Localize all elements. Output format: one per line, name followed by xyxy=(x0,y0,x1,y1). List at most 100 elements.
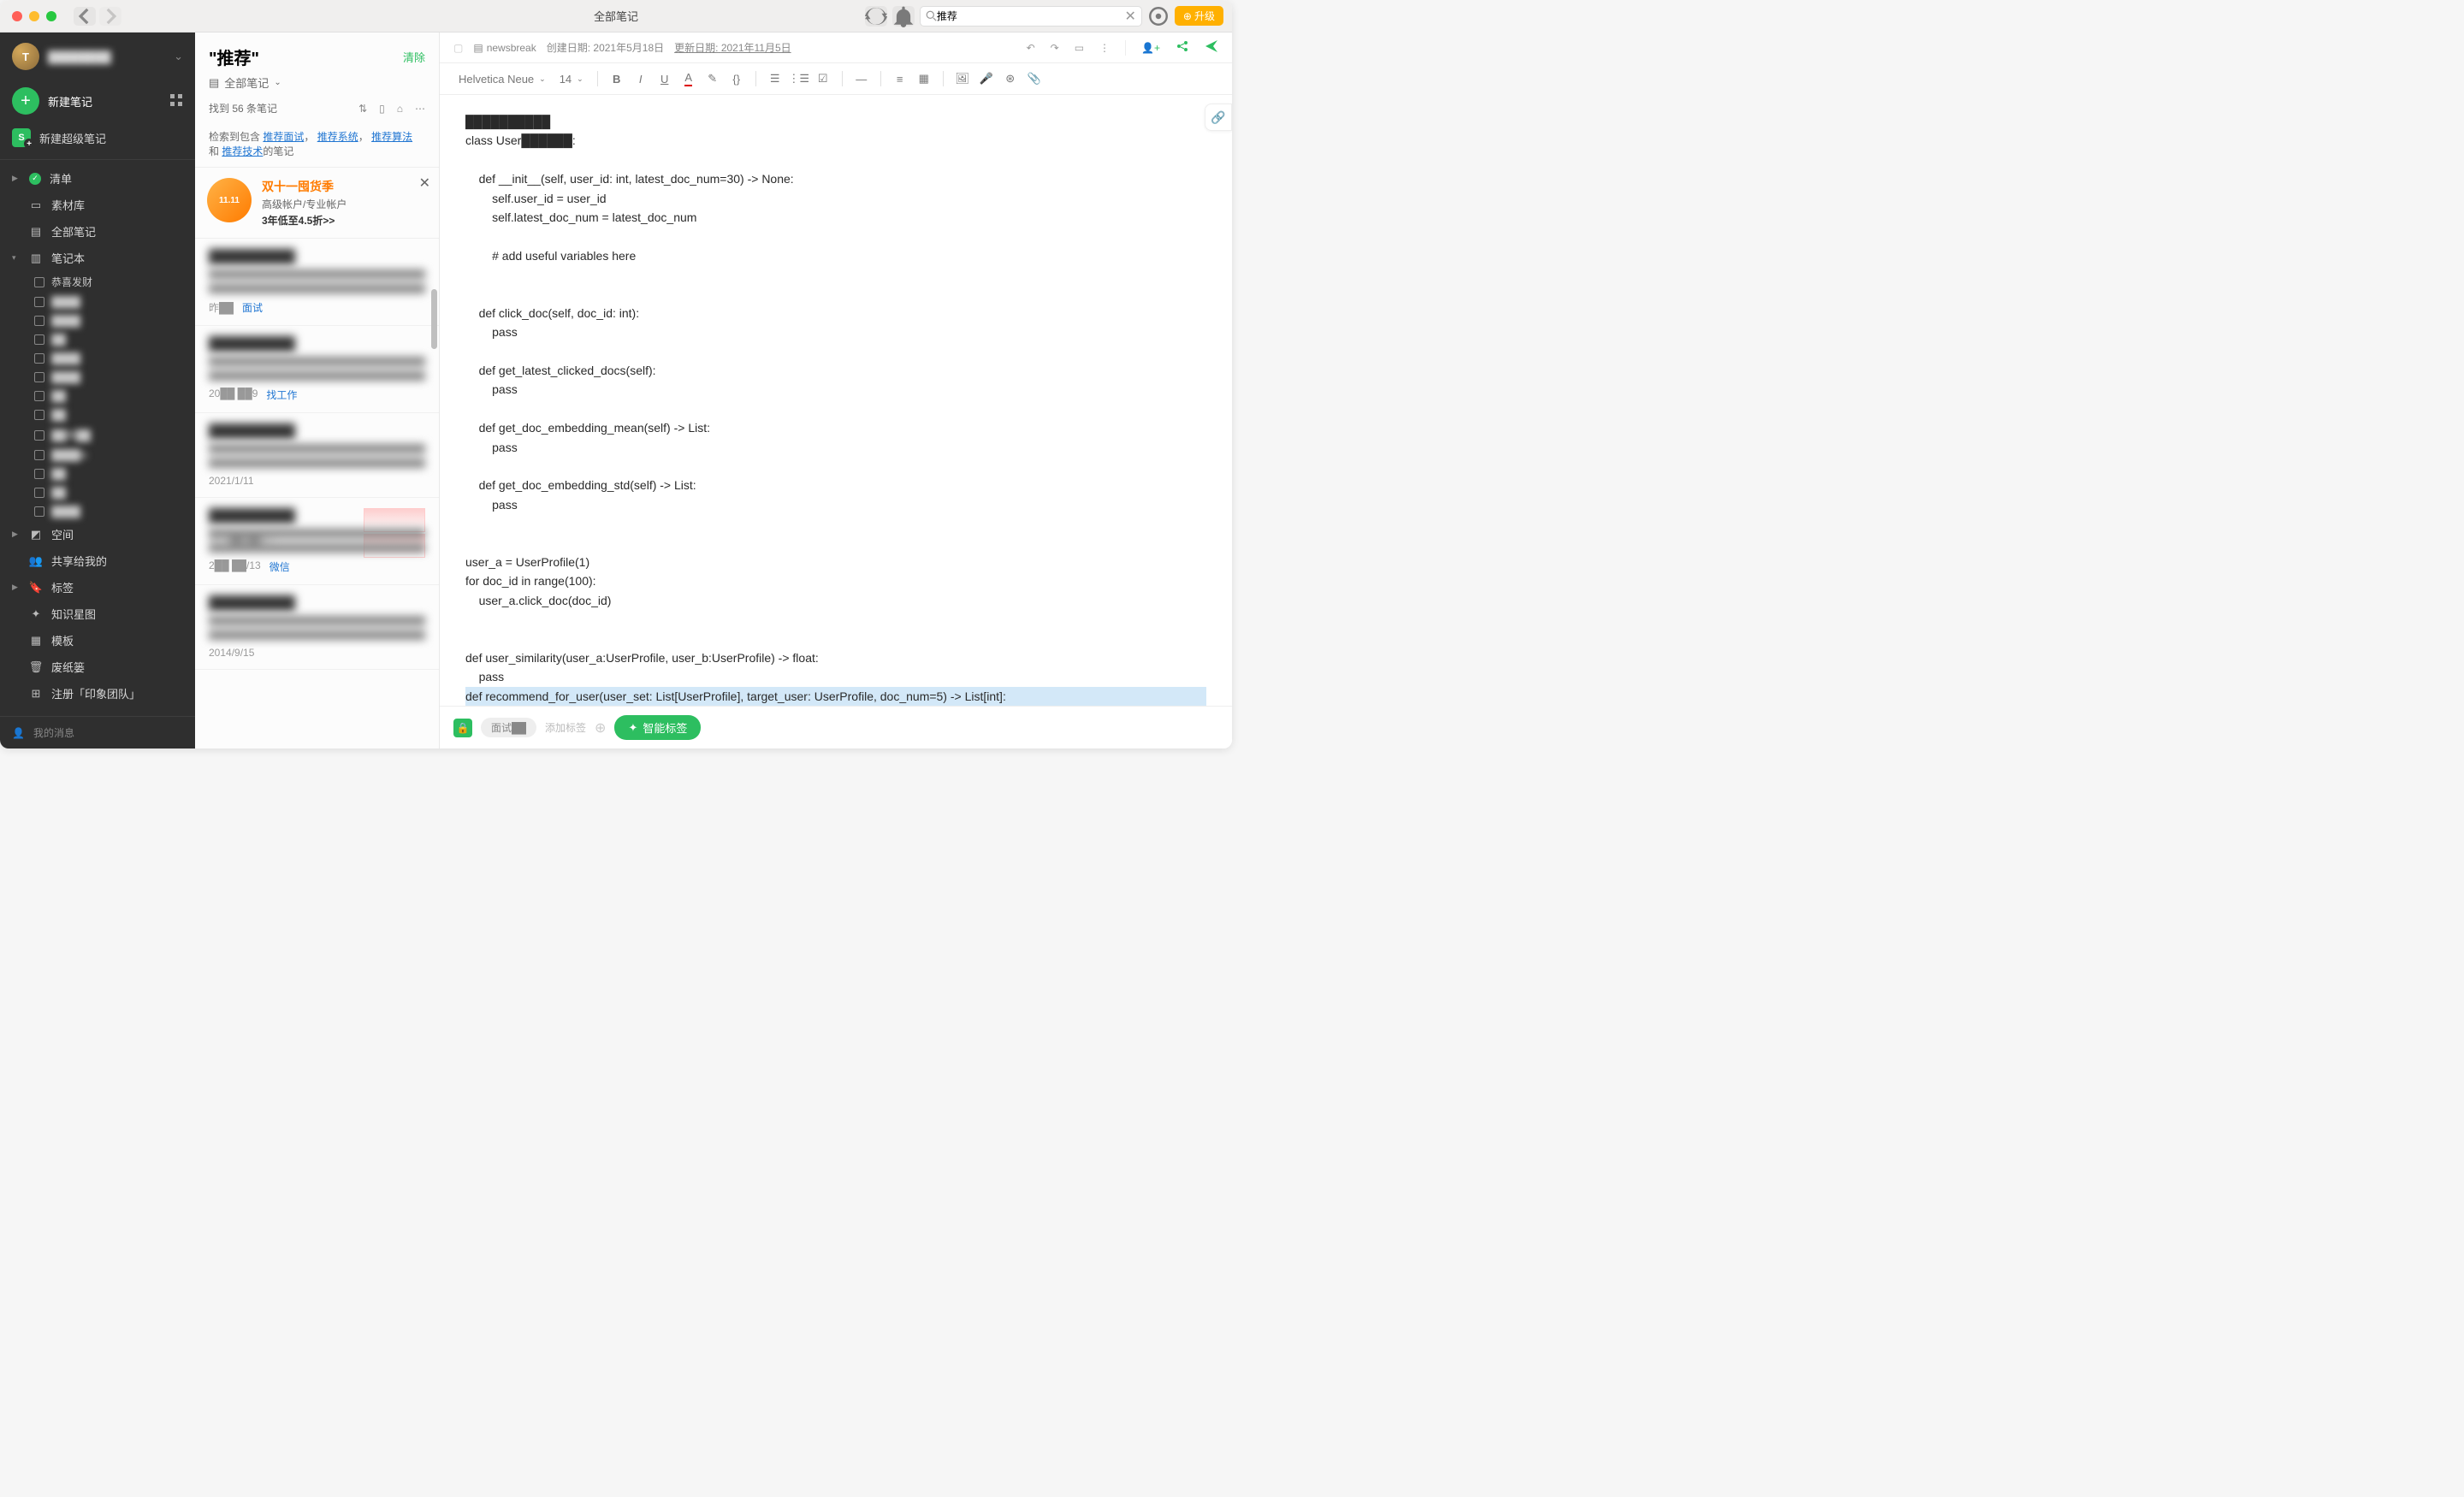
sync-icon[interactable] xyxy=(865,6,887,27)
note-list-item[interactable]: 2021/1/11 xyxy=(195,413,439,498)
sidebar-item-graph[interactable]: ✦知识星图 xyxy=(0,601,195,627)
table-icon[interactable]: ▦ xyxy=(914,68,934,89)
suggest-link[interactable]: 推荐技术 xyxy=(222,145,263,157)
number-list-icon[interactable]: ⋮☰ xyxy=(789,68,809,89)
more-icon[interactable]: ⋯ xyxy=(415,103,425,115)
notebook-item[interactable]: ████ xyxy=(0,368,195,387)
notebook-item[interactable]: ██微██ xyxy=(0,424,195,446)
add-person-icon[interactable]: 👤+ xyxy=(1141,42,1160,54)
user-menu[interactable]: T ████████ ⌄ xyxy=(0,33,195,80)
checklist-icon[interactable]: ☑ xyxy=(813,68,833,89)
notebook-item[interactable]: ██ xyxy=(0,330,195,349)
send-icon[interactable] xyxy=(1205,39,1218,56)
search-input[interactable] xyxy=(937,10,1125,22)
note-content[interactable]: 🔗 ██████████ class User██████: def __ini… xyxy=(440,95,1232,706)
scope-selector[interactable]: ▤全部笔记⌄ xyxy=(195,74,439,98)
notebook-item[interactable]: ████ xyxy=(0,311,195,330)
redo-icon[interactable]: ↷ xyxy=(1051,42,1059,54)
sidebar-item-tags[interactable]: ▶🔖标签 xyxy=(0,574,195,601)
template-icon: ▦ xyxy=(29,634,43,648)
sidebar-item-shared[interactable]: 👥共享给我的 xyxy=(0,547,195,574)
notebook-item[interactable]: ██ xyxy=(0,464,195,483)
notebook-item[interactable]: ████ik xyxy=(0,446,195,464)
filter-icon[interactable]: ⌂ xyxy=(397,103,403,115)
tag-link[interactable]: 面试 xyxy=(242,300,263,315)
notebook-item[interactable]: ████ xyxy=(0,502,195,521)
share-icon[interactable] xyxy=(1176,39,1189,56)
add-tag-input[interactable]: 添加标签 xyxy=(545,720,586,735)
more-icon[interactable]: ⋮ xyxy=(1099,42,1110,54)
sort-icon[interactable]: ⇅ xyxy=(358,103,367,115)
note-list-item[interactable]: 速读██ ██性..2██ ██/13微信 xyxy=(195,498,439,585)
notebook-link[interactable]: ▤newsbreak xyxy=(473,42,536,54)
font-select[interactable]: Helvetica Neue⌄ xyxy=(453,71,551,87)
attach-icon[interactable]: 📎 xyxy=(1024,68,1045,89)
sidebar-item-all-notes[interactable]: ▤全部笔记 xyxy=(0,218,195,245)
notebook-item[interactable]: ████ xyxy=(0,349,195,368)
notebook-icon xyxy=(34,391,44,401)
notebook-item[interactable]: ██ xyxy=(0,483,195,502)
zoom-window[interactable] xyxy=(46,11,56,21)
add-tag-plus-icon[interactable]: ⊕ xyxy=(595,719,606,737)
image-icon[interactable]: 🖼 xyxy=(952,68,973,89)
code-icon[interactable]: {} xyxy=(726,68,747,89)
minimize-window[interactable] xyxy=(29,11,39,21)
box-icon: ▭ xyxy=(29,198,43,212)
sidebar-messages[interactable]: 👤我的消息 xyxy=(0,716,195,748)
note-list-item[interactable]: 2014/9/15 xyxy=(195,585,439,670)
notebook-item[interactable]: ██ xyxy=(0,387,195,405)
notebook-item[interactable]: ████ xyxy=(0,293,195,311)
tag-link[interactable]: 找工作 xyxy=(266,388,297,402)
expand-icon[interactable]: ▢ xyxy=(453,42,463,54)
sidebar-item-trash[interactable]: 🗑废纸篓 xyxy=(0,654,195,680)
undo-icon[interactable]: ↶ xyxy=(1027,42,1035,54)
sidebar-item-space[interactable]: ▶◩空间 xyxy=(0,521,195,547)
new-note-button[interactable]: + 新建笔记 xyxy=(0,80,195,121)
suggest-link[interactable]: 推荐系统 xyxy=(317,131,358,143)
global-search[interactable]: ✕ xyxy=(920,6,1142,27)
bold-icon[interactable]: B xyxy=(607,68,627,89)
close-icon[interactable]: ✕ xyxy=(419,175,430,192)
target-icon[interactable] xyxy=(1147,6,1170,27)
highlight-icon[interactable]: ✎ xyxy=(702,68,723,89)
align-icon[interactable]: ≡ xyxy=(890,68,910,89)
text-color-icon[interactable]: A xyxy=(678,68,699,89)
notebook-item[interactable]: 恭喜发财 xyxy=(0,271,195,293)
sidebar-item-team[interactable]: ⊞注册「印象团队」 xyxy=(0,680,195,707)
upgrade-button[interactable]: ⊕升级 xyxy=(1175,6,1223,26)
suggest-link[interactable]: 推荐面试 xyxy=(263,131,304,143)
italic-icon[interactable]: I xyxy=(631,68,651,89)
sidebar-item-notebooks[interactable]: ▾▥笔记本 xyxy=(0,245,195,271)
grid-icon[interactable] xyxy=(169,93,183,109)
note-list-item[interactable]: 20██ ██9找工作 xyxy=(195,326,439,413)
underline-icon[interactable]: U xyxy=(654,68,675,89)
promo-banner[interactable]: 11.11 双十一囤货季 高级帐户/专业帐户 3年低至4.5折>> ✕ xyxy=(195,168,439,239)
lock-icon[interactable]: 🔒 xyxy=(453,719,472,737)
suggest-link[interactable]: 推荐算法 xyxy=(371,131,412,143)
notebook-icon xyxy=(34,506,44,517)
link-float-icon[interactable]: 🔗 xyxy=(1205,104,1232,131)
notebook-icon xyxy=(34,469,44,479)
bullet-list-icon[interactable]: ☰ xyxy=(765,68,785,89)
new-super-note-button[interactable]: S 新建超级笔记 xyxy=(0,121,195,159)
clear-filter-button[interactable]: 清除 xyxy=(403,49,425,65)
hr-icon[interactable]: — xyxy=(851,68,872,89)
bell-icon[interactable] xyxy=(892,6,915,27)
tag-link[interactable]: 微信 xyxy=(270,559,290,574)
view-icon[interactable]: ▯ xyxy=(379,103,385,115)
sidebar-item-library[interactable]: ▭素材库 xyxy=(0,192,195,218)
notebook-item[interactable]: ██ xyxy=(0,405,195,424)
size-select[interactable]: 14⌄ xyxy=(554,71,589,87)
sidebar-item-templates[interactable]: ▦模板 xyxy=(0,627,195,654)
scrollbar-thumb[interactable] xyxy=(431,289,437,349)
globe-icon[interactable]: ⊛ xyxy=(1000,68,1021,89)
mic-icon[interactable]: 🎤 xyxy=(976,68,997,89)
smart-tag-button[interactable]: ✦智能标签 xyxy=(614,715,701,740)
sidebar-item-checklist[interactable]: ▶✓清单 xyxy=(0,165,195,192)
present-icon[interactable]: ▭ xyxy=(1075,42,1084,54)
clear-search-icon[interactable]: ✕ xyxy=(1125,8,1136,25)
tag-pill[interactable]: 面试██ xyxy=(481,718,536,737)
nav-back[interactable] xyxy=(74,7,96,26)
note-list-item[interactable]: 昨██面试 xyxy=(195,239,439,326)
close-window[interactable] xyxy=(12,11,22,21)
